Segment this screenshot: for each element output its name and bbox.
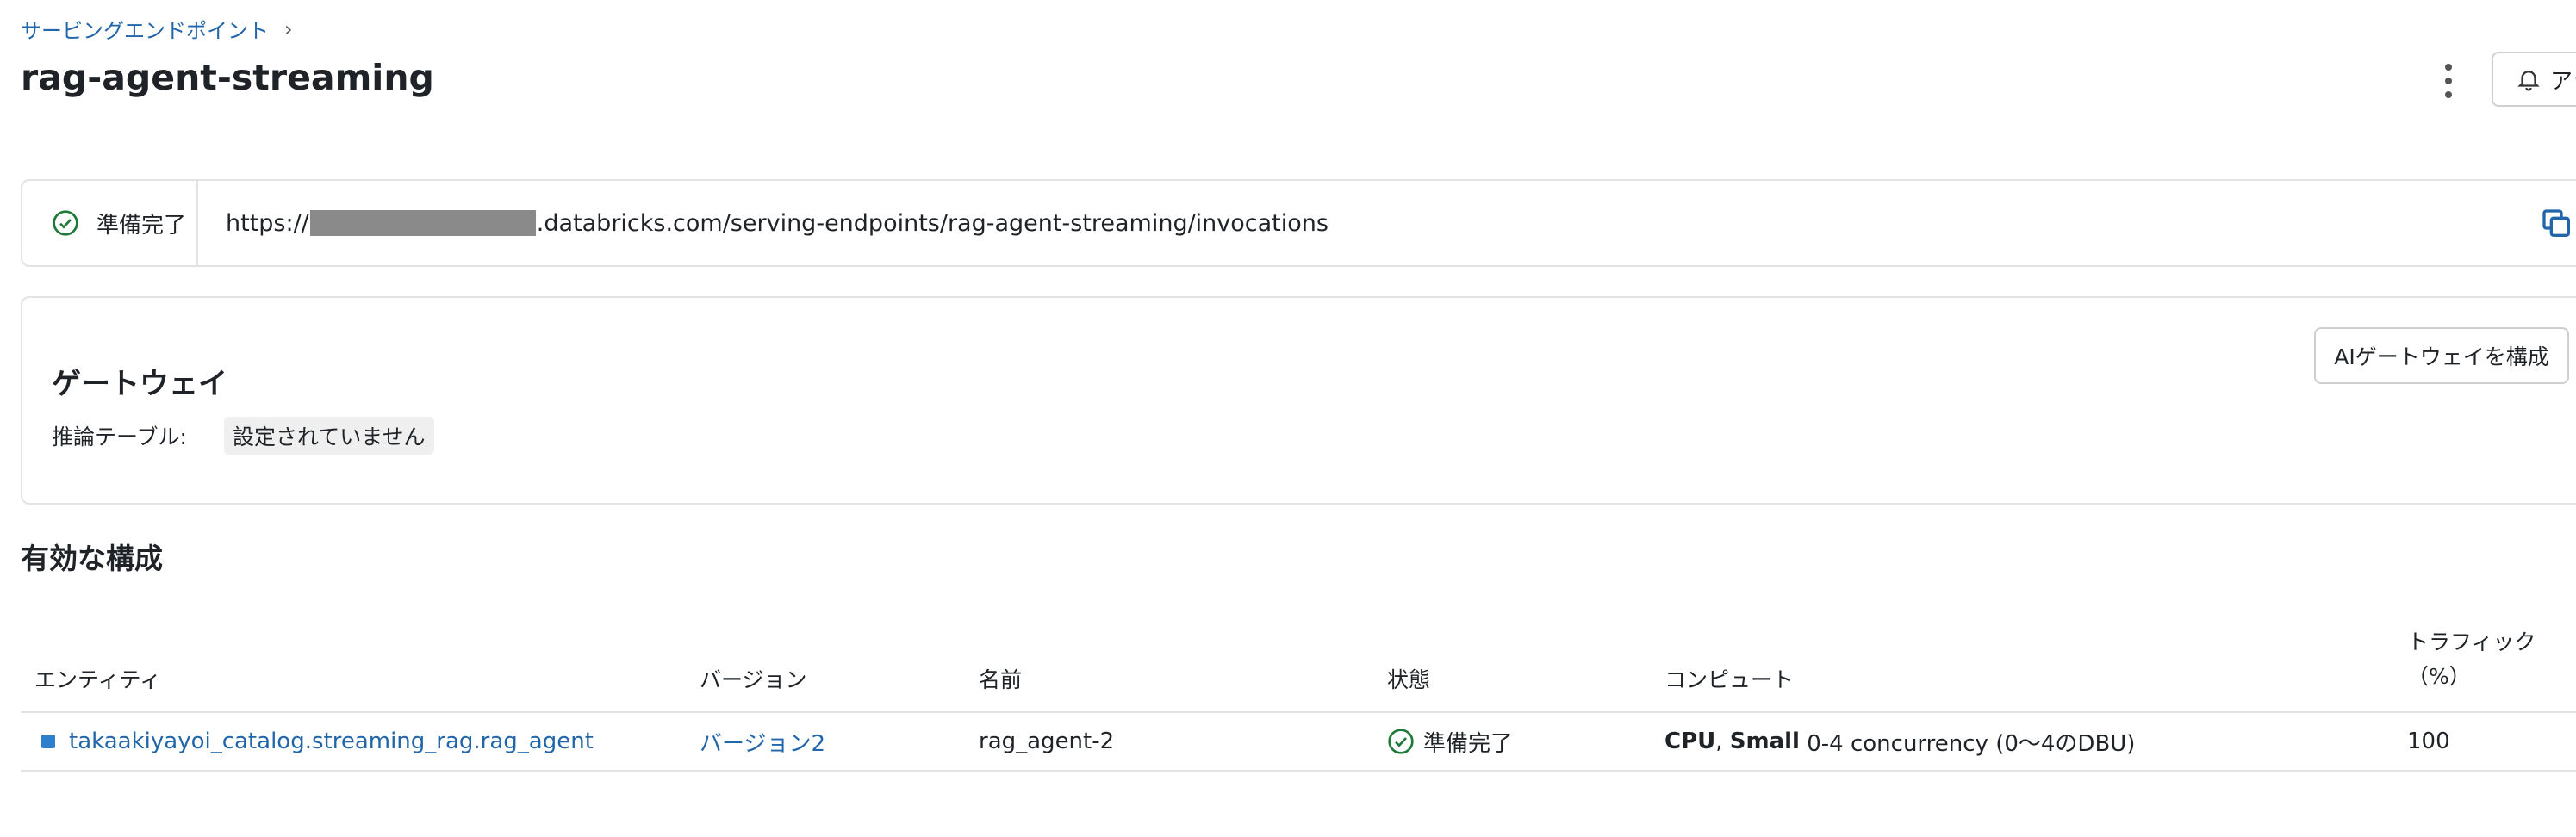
more-options-kebab-icon[interactable] xyxy=(2438,64,2459,98)
configure-ai-gateway-button[interactable]: AIゲートウェイを構成 xyxy=(2314,327,2569,384)
endpoint-url-bar: 準備完了 https:// .databricks.com/serving-en… xyxy=(21,179,2576,267)
chevron-right-icon: › xyxy=(284,16,293,41)
inference-table-row: 推論テーブル: 設定されていません xyxy=(52,417,434,455)
state-cell: 準備完了 xyxy=(1387,713,1513,770)
endpoint-url-suffix: .databricks.com/serving-endpoints/rag-ag… xyxy=(536,209,1328,237)
column-version: バージョン xyxy=(700,667,807,692)
alerts-button-label: アラ xyxy=(2550,68,2576,95)
compute-size: Small xyxy=(1729,728,1800,754)
endpoint-url: https:// .databricks.com/serving-endpoin… xyxy=(226,181,1328,265)
inference-table-value: 設定されていません xyxy=(224,417,434,455)
endpoint-status-label: 準備完了 xyxy=(96,212,187,239)
compute-detail: 0-4 concurrency (0〜4のDBU) xyxy=(1799,730,2136,757)
copy-icon[interactable] xyxy=(2540,207,2574,241)
traffic-cell: 100 xyxy=(2407,728,2450,754)
compute-separator: , xyxy=(1715,728,1730,754)
page-title: rag-agent-streaming xyxy=(21,57,434,98)
redacted-host xyxy=(309,210,536,236)
name-cell: rag_agent-2 xyxy=(979,728,1115,754)
compute-cpu: CPU xyxy=(1664,728,1716,754)
bell-icon xyxy=(2517,71,2540,91)
endpoint-status: 準備完了 xyxy=(52,181,186,265)
column-compute: コンピュート xyxy=(1664,667,1795,692)
table-header: エンティティ バージョン 名前 状態 コンピュート トラフィック （%） xyxy=(21,629,2576,713)
compute-cell: CPU, Small 0-4 concurrency (0〜4のDBU) xyxy=(1664,713,2135,770)
state-label: 準備完了 xyxy=(1423,730,1514,757)
version-link[interactable]: バージョン2 xyxy=(700,713,825,770)
endpoint-url-prefix: https:// xyxy=(226,209,309,237)
active-config-title: 有効な構成 xyxy=(21,542,163,575)
model-square-icon xyxy=(41,735,55,748)
divider xyxy=(196,181,198,265)
check-circle-icon xyxy=(1388,728,1414,754)
entity-cell: takaakiyayoi_catalog.streaming_rag.rag_a… xyxy=(41,713,594,770)
breadcrumb: サービングエンドポイント › xyxy=(21,14,293,44)
column-state: 状態 xyxy=(1387,667,1431,692)
column-traffic-line1: トラフィック xyxy=(2407,629,2536,654)
active-config-table: エンティティ バージョン 名前 状態 コンピュート トラフィック （%） tak… xyxy=(21,629,2576,772)
check-circle-icon xyxy=(53,210,78,236)
breadcrumb-serving-endpoints-link[interactable]: サービングエンドポイント xyxy=(21,14,269,44)
gateway-title: ゲートウェイ xyxy=(52,367,227,401)
gateway-panel: ゲートウェイ 推論テーブル: 設定されていません AIゲートウェイを構成 xyxy=(21,296,2576,505)
column-name: 名前 xyxy=(979,667,1023,692)
alerts-button[interactable]: アラ xyxy=(2492,52,2576,107)
table-row: takaakiyayoi_catalog.streaming_rag.rag_a… xyxy=(21,713,2576,772)
column-entity: エンティティ xyxy=(34,667,162,692)
inference-table-label: 推論テーブル: xyxy=(52,425,187,450)
entity-link[interactable]: takaakiyayoi_catalog.streaming_rag.rag_a… xyxy=(69,728,594,754)
column-traffic-line2: （%） xyxy=(2407,664,2471,689)
column-traffic: トラフィック （%） xyxy=(2407,625,2536,694)
